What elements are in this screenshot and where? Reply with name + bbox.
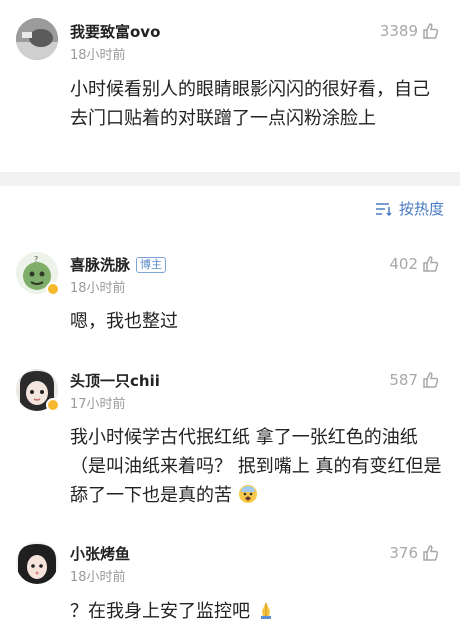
divider bbox=[0, 172, 460, 186]
timestamp: 17小时前 bbox=[70, 397, 126, 412]
verified-badge-icon bbox=[46, 282, 60, 296]
sort-label: 按热度 bbox=[398, 200, 444, 218]
username[interactable]: 喜脉洗脉 博主 bbox=[70, 254, 167, 275]
comment-text: 小时候看别人的眼睛眼影闪闪的很好看，自己去门口贴着的对联蹭了一点闪粉涂脸上 bbox=[70, 79, 430, 129]
username[interactable]: 小张烤鱼 bbox=[70, 543, 130, 564]
thumbs-up-icon bbox=[423, 372, 439, 388]
praying-hands-emoji-icon bbox=[260, 602, 271, 619]
avatar[interactable] bbox=[16, 18, 58, 60]
comment-text: 我小时候学古代抿红纸 拿了一张红色的油纸（是叫油纸来着吗？ 抿到嘴上 真的有变红… bbox=[70, 427, 442, 506]
username[interactable]: 我要致富ovo bbox=[70, 21, 160, 42]
verified-badge-icon bbox=[46, 398, 60, 412]
comment-text: 嗯，我也整过 bbox=[70, 311, 178, 332]
like-button[interactable]: 3389 bbox=[380, 22, 440, 40]
like-count: 587 bbox=[389, 371, 418, 389]
like-count: 3389 bbox=[379, 22, 418, 40]
like-count: 402 bbox=[389, 255, 418, 273]
fearful-face-emoji-icon bbox=[238, 485, 257, 503]
timestamp: 18小时前 bbox=[70, 281, 126, 296]
author-badge: 博主 bbox=[136, 257, 167, 273]
svg-text:?: ? bbox=[34, 255, 38, 264]
comment-text: ？在我身上安了监控吧 bbox=[70, 597, 446, 626]
like-button[interactable]: 402 bbox=[389, 255, 440, 273]
like-count: 376 bbox=[389, 544, 418, 562]
username[interactable]: 头顶一只chii bbox=[70, 370, 160, 391]
like-button[interactable]: 587 bbox=[389, 371, 440, 389]
thumbs-up-icon bbox=[423, 256, 439, 272]
like-button[interactable]: 376 bbox=[389, 544, 440, 562]
thumbs-up-icon bbox=[423, 545, 439, 561]
timestamp: 18小时前 bbox=[70, 570, 126, 585]
avatar[interactable] bbox=[16, 542, 58, 584]
timestamp: 18小时前 bbox=[70, 48, 126, 63]
thumbs-up-icon bbox=[423, 23, 439, 39]
sort-by-hot-button[interactable]: 按热度 bbox=[375, 198, 444, 219]
sort-icon bbox=[375, 202, 392, 216]
